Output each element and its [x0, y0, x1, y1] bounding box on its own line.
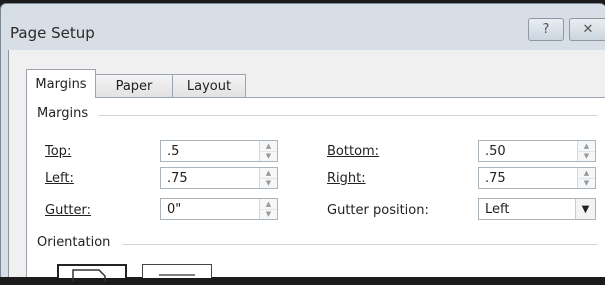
- close-button[interactable]: ✕: [569, 18, 605, 41]
- bottom-margin-value: .50: [485, 144, 506, 159]
- tab-margins[interactable]: Margins: [26, 69, 96, 98]
- close-icon: ✕: [582, 22, 594, 37]
- margins-section-heading: Margins: [37, 106, 89, 121]
- gutter-position-value: Left: [485, 202, 510, 217]
- orientation-section-heading: Orientation: [37, 235, 111, 250]
- spin-down-icon[interactable]: ▼: [578, 178, 595, 188]
- margins-section-divider: [98, 115, 598, 116]
- top-margin-value: .5: [167, 144, 180, 159]
- tab-layout[interactable]: Layout: [172, 74, 246, 97]
- spin-down-icon[interactable]: ▼: [260, 151, 277, 161]
- tab-paper[interactable]: Paper: [95, 74, 173, 97]
- gutter-spinner[interactable]: ▲ ▼: [259, 199, 277, 219]
- portrait-page-icon: [72, 269, 106, 281]
- dialog-title: Page Setup: [10, 24, 95, 42]
- tab-margins-label: Margins: [35, 76, 87, 92]
- help-icon: ?: [542, 22, 550, 37]
- right-margin-field[interactable]: .75 ▲ ▼: [478, 167, 596, 189]
- left-margin-value: .75: [167, 171, 188, 186]
- gutter-position-label: Gutter position:: [327, 203, 429, 218]
- gutter-position-select[interactable]: Left ▼: [478, 198, 596, 220]
- help-button[interactable]: ?: [528, 18, 564, 41]
- left-margin-spinner[interactable]: ▲ ▼: [259, 168, 277, 188]
- right-margin-spinner[interactable]: ▲ ▼: [577, 168, 595, 188]
- spin-down-icon[interactable]: ▼: [578, 151, 595, 161]
- spin-down-icon[interactable]: ▼: [260, 209, 277, 219]
- right-margin-value: .75: [485, 171, 506, 186]
- spin-down-icon[interactable]: ▼: [260, 178, 277, 188]
- right-label: Right:: [327, 171, 366, 186]
- left-label: Left:: [45, 171, 74, 186]
- top-label: Top:: [45, 144, 72, 159]
- gutter-label: Gutter:: [45, 203, 92, 218]
- bottom-label: Bottom:: [327, 144, 380, 159]
- bottom-margin-spinner[interactable]: ▲ ▼: [577, 141, 595, 161]
- tab-paper-label: Paper: [115, 78, 153, 94]
- bottom-margin-field[interactable]: .50 ▲ ▼: [478, 140, 596, 162]
- gutter-field[interactable]: 0" ▲ ▼: [160, 198, 278, 220]
- tab-layout-label: Layout: [186, 78, 232, 94]
- top-margin-spinner[interactable]: ▲ ▼: [259, 141, 277, 161]
- gutter-value: 0": [167, 202, 182, 217]
- left-margin-field[interactable]: .75 ▲ ▼: [160, 167, 278, 189]
- landscape-page-icon: [159, 274, 195, 276]
- dropdown-arrow-icon[interactable]: ▼: [575, 199, 595, 219]
- top-margin-field[interactable]: .5 ▲ ▼: [160, 140, 278, 162]
- orientation-section-divider: [122, 244, 598, 245]
